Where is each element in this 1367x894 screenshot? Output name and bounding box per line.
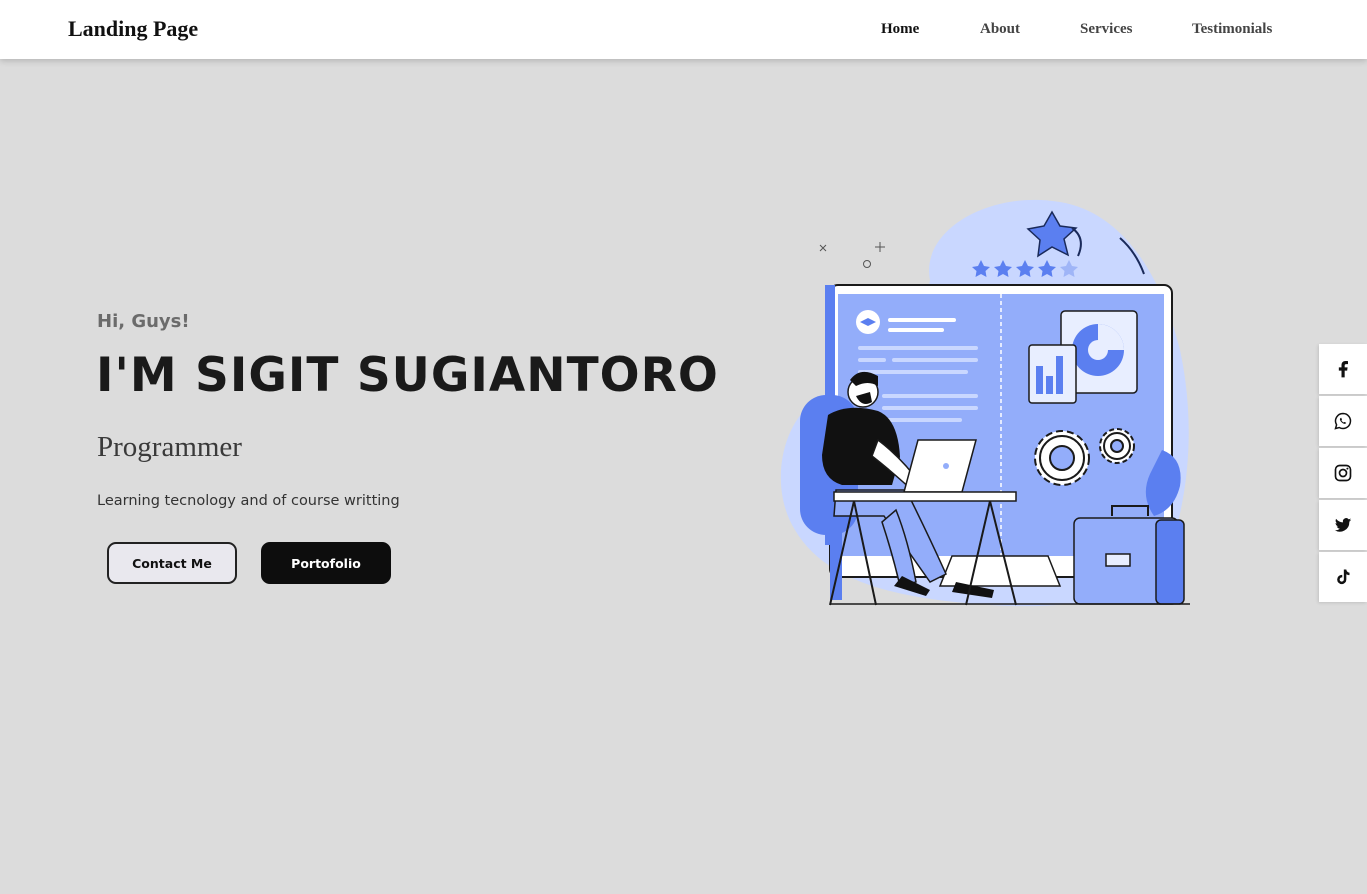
twitter-icon: [1334, 518, 1352, 532]
hero-greeting: Hi, Guys!: [97, 311, 190, 332]
portfolio-button[interactable]: Portofolio: [261, 542, 391, 584]
desk: [833, 491, 1017, 502]
tiktok-link[interactable]: [1319, 552, 1367, 602]
briefcase-icon: [1073, 505, 1185, 605]
whatsapp-icon: [1334, 412, 1352, 430]
hero-illustration: [780, 199, 1190, 607]
brand-logo[interactable]: Landing Page: [68, 16, 198, 42]
whatsapp-link[interactable]: [1319, 396, 1367, 446]
facebook-link[interactable]: [1319, 344, 1367, 394]
sparkle-icons: [819, 242, 885, 268]
twitter-link[interactable]: [1319, 500, 1367, 550]
hero-description: Learning tecnology and of course writtin…: [97, 493, 400, 509]
nav-services[interactable]: Services: [1080, 21, 1132, 38]
nav-home[interactable]: Home: [881, 21, 919, 38]
tiktok-icon: [1337, 569, 1350, 585]
contact-me-button[interactable]: Contact Me: [107, 542, 237, 584]
instagram-link[interactable]: [1319, 448, 1367, 498]
social-sidebar: [1319, 344, 1367, 604]
nav-testimonials[interactable]: Testimonials: [1192, 21, 1272, 38]
nav-about[interactable]: About: [980, 21, 1020, 38]
facebook-icon: [1338, 361, 1348, 378]
gear-icon: [1034, 430, 1090, 486]
navbar: Landing Page Home About Services Testimo…: [0, 0, 1367, 59]
instagram-icon: [1334, 464, 1352, 482]
gear-small-icon: [1099, 428, 1135, 464]
hero-name: I'M SIGIT SUGIANTORO: [96, 348, 719, 403]
hero-role: Programmer: [97, 431, 242, 463]
